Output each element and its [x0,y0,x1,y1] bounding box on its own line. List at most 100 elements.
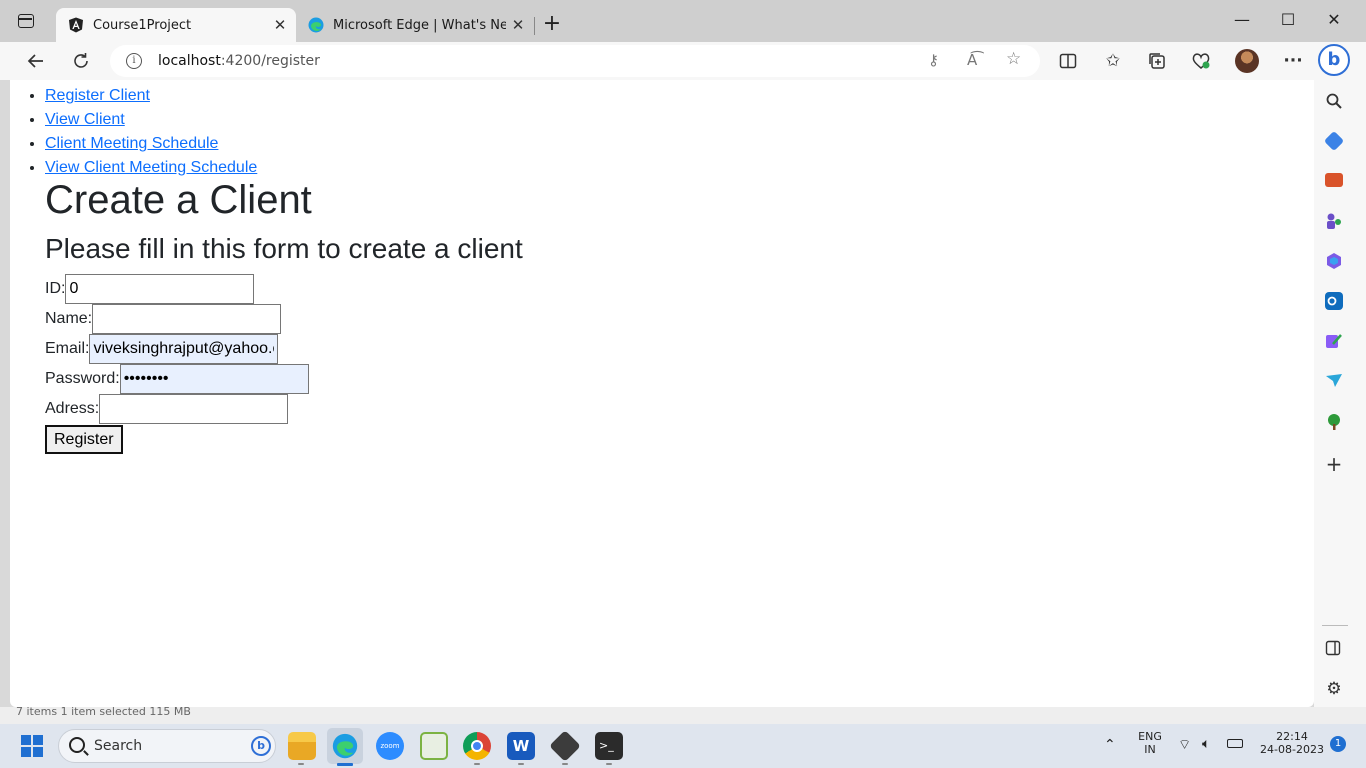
tray-overflow-icon[interactable]: ⌃ [1104,737,1116,753]
tab-edge-whats-new[interactable]: Microsoft Edge | What's New ✕ [296,8,534,42]
id-field[interactable] [65,274,255,304]
split-screen-icon[interactable] [1056,49,1080,73]
edge-taskbar-button[interactable] [327,728,363,764]
register-button[interactable]: Register [45,425,123,454]
close-icon[interactable]: ✕ [268,16,292,34]
email-row: Email: [45,334,279,364]
email-field[interactable] [89,334,279,364]
git-icon[interactable] [549,730,581,762]
nav-item: Register Client [45,84,257,108]
page-title: Create a Client [45,178,312,222]
address-bar[interactable]: i localhost:4200/register ⚷ A͡ ☆ [110,45,1040,77]
nav-item: View Client Meeting Schedule [45,156,257,180]
name-label: Name: [45,310,93,327]
minimize-icon[interactable]: — [1227,10,1257,29]
windows-taskbar: Search b zoom W >_ ⌃ ENG IN ⌔ 🔈︎ 22:14 2… [0,724,1366,768]
tab-course1project[interactable]: Course1Project ✕ [56,8,296,42]
id-row: ID: [45,274,255,304]
clock-date: 24-08-2023 [1260,743,1324,756]
background-window-status: 7 items 1 item selected 115 MB [0,706,1366,724]
search-label: Search [94,738,143,754]
page-viewport: Register Client View Client Client Meeti… [10,80,1314,707]
name-row: Name: [45,304,282,334]
language-indicator[interactable]: ENG IN [1134,730,1166,756]
running-indicator [518,763,524,765]
name-field[interactable] [92,304,282,334]
address-field[interactable] [99,394,289,424]
taskbar-search[interactable]: Search b [58,729,276,763]
nav-item: View Client [45,108,257,132]
bing-icon: b [251,736,271,756]
angular-icon [69,17,83,33]
favorites-icon[interactable]: ✩ [1101,49,1125,73]
wifi-icon[interactable]: ⌔ [1178,736,1191,754]
terminal-icon[interactable]: >_ [595,732,623,760]
tab-title: Microsoft Edge | What's New [333,17,506,33]
more-menu-icon[interactable]: ··· [1281,49,1305,73]
nav-link-view-client[interactable]: View Client [45,111,125,128]
tab-separator [534,17,535,35]
tree-icon[interactable] [1325,413,1343,431]
drop-send-icon[interactable] [1325,373,1343,391]
outlook-icon[interactable] [1325,292,1343,310]
close-icon[interactable]: ✕ [506,16,530,34]
designer-icon[interactable] [1325,332,1343,350]
settings-gear-icon[interactable]: ⚙ [1325,680,1343,698]
file-explorer-icon[interactable] [288,732,316,760]
running-indicator [562,763,568,765]
password-field[interactable] [119,364,309,394]
window-close-icon[interactable]: ✕ [1319,10,1349,29]
shopping-tag-icon[interactable] [1323,130,1345,152]
notepad-plus-icon[interactable] [420,732,448,760]
nav-link-client-meeting-schedule[interactable]: Client Meeting Schedule [45,135,218,152]
sidebar-divider [1322,625,1348,626]
chrome-icon[interactable] [463,732,491,760]
nav-item: Client Meeting Schedule [45,132,257,156]
info-icon[interactable]: i [126,53,142,69]
address-row: Adress: [45,394,289,424]
email-label: Email: [45,340,90,357]
read-aloud-icon[interactable]: A͡ [967,51,977,69]
tab-title: Course1Project [93,17,192,33]
clock-time: 22:14 [1276,730,1308,743]
password-label: Password: [45,370,120,387]
language-code: ENG [1138,730,1162,743]
nav-link-view-client-meeting-schedule[interactable]: View Client Meeting Schedule [45,159,257,176]
url-text[interactable]: localhost:4200/register [158,53,320,69]
tools-briefcase-icon[interactable] [1325,173,1343,187]
search-icon[interactable] [1325,92,1343,110]
favorite-star-icon[interactable]: ☆ [1006,49,1021,69]
back-icon[interactable] [24,49,48,73]
games-icon[interactable] [1325,212,1343,230]
url-path: :4200/register [220,53,320,69]
collections-icon[interactable] [1145,49,1169,73]
key-icon[interactable]: ⚷ [928,51,939,69]
clock[interactable]: 22:14 24-08-2023 [1256,730,1328,756]
tab-actions-icon[interactable] [18,14,34,28]
word-icon[interactable]: W [507,732,535,760]
office-icon[interactable] [1325,252,1343,270]
edge-icon [332,733,358,759]
region-code: IN [1144,743,1156,756]
zoom-icon[interactable]: zoom [376,732,404,760]
maximize-icon[interactable]: ☐ [1273,10,1303,29]
address-label: Adress: [45,400,100,417]
new-tab-icon[interactable]: + [541,13,563,35]
browser-essentials-icon[interactable] [1189,49,1213,73]
profile-avatar[interactable] [1235,49,1259,73]
sidebar-toggle-icon[interactable] [1325,640,1343,658]
password-row: Password: [45,364,309,394]
nav-link-register-client[interactable]: Register Client [45,87,150,104]
refresh-icon[interactable] [69,49,93,73]
id-label: ID: [45,280,66,297]
url-host: localhost [158,53,221,69]
active-indicator [337,763,353,766]
title-bar: Course1Project ✕ Microsoft Edge | What's… [0,0,1366,42]
windows-start-icon[interactable] [21,735,43,757]
bing-copilot-icon[interactable]: b [1318,44,1350,76]
battery-icon[interactable] [1227,739,1243,748]
volume-icon[interactable]: 🔈︎ [1202,736,1210,752]
add-icon[interactable]: + [1325,454,1343,474]
notification-badge[interactable]: 1 [1330,736,1346,752]
search-icon [69,737,85,753]
